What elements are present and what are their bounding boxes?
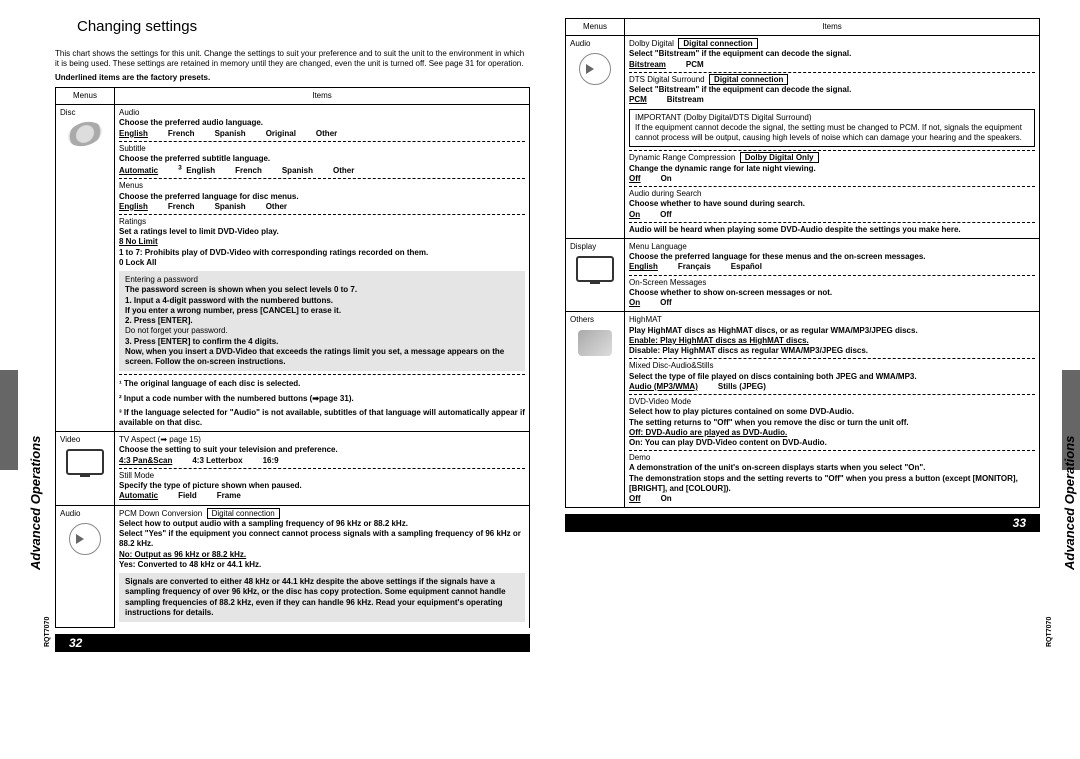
col-menus: Menus [56,88,115,105]
page-33: Menus Items Audio Dolby Digital Digital … [540,0,1080,652]
col-items: Items [115,88,530,105]
factory-preset-note: Underlined items are the factory presets… [55,73,530,83]
speaker-icon [69,523,101,555]
tv-icon [576,256,614,282]
pcm-note-box: Signals are converted to either 48 kHz o… [119,573,525,622]
col-items-r: Items [625,19,1040,36]
page-spread: Advanced Operations Advanced Operations … [0,0,1080,652]
menu-display: Display [566,238,625,311]
others-icon [578,330,612,356]
page-number-right: 33 [565,514,1040,532]
menu-video: Video [56,432,115,505]
tv-icon [66,449,104,475]
menu-audio: Audio [56,505,115,628]
display-items: Menu Language Choose the preferred langu… [625,238,1040,311]
audio-items-left: PCM Down Conversion Digital connection S… [115,505,530,628]
video-items: TV Aspect (➡ page 15) Choose the setting… [115,432,530,505]
col-menus-r: Menus [566,19,625,36]
others-items: HighMAT Play HighMAT discs as HighMAT di… [625,312,1040,508]
menu-audio-r: Audio [566,36,625,239]
disc-items: Audio Choose the preferred audio languag… [115,105,530,432]
page-32: Changing settings This chart shows the s… [0,0,540,652]
menu-disc: Disc [56,105,115,432]
audio-items-right: Dolby Digital Digital connection Select … [625,36,1040,239]
menu-others: Others [566,312,625,508]
settings-table-left: Menus Items Disc Audio Choose the prefer… [55,87,530,628]
settings-table-right: Menus Items Audio Dolby Digital Digital … [565,18,1040,508]
page-title: Changing settings [77,18,530,35]
disc-icon [68,120,103,150]
page-number-left: 32 [55,634,530,652]
intro-text: This chart shows the settings for this u… [55,49,530,69]
speaker-icon [579,53,611,85]
password-box: Entering a password The password screen … [119,271,525,371]
important-box: IMPORTANT (Dolby Digital/DTS Digital Sur… [629,109,1035,148]
